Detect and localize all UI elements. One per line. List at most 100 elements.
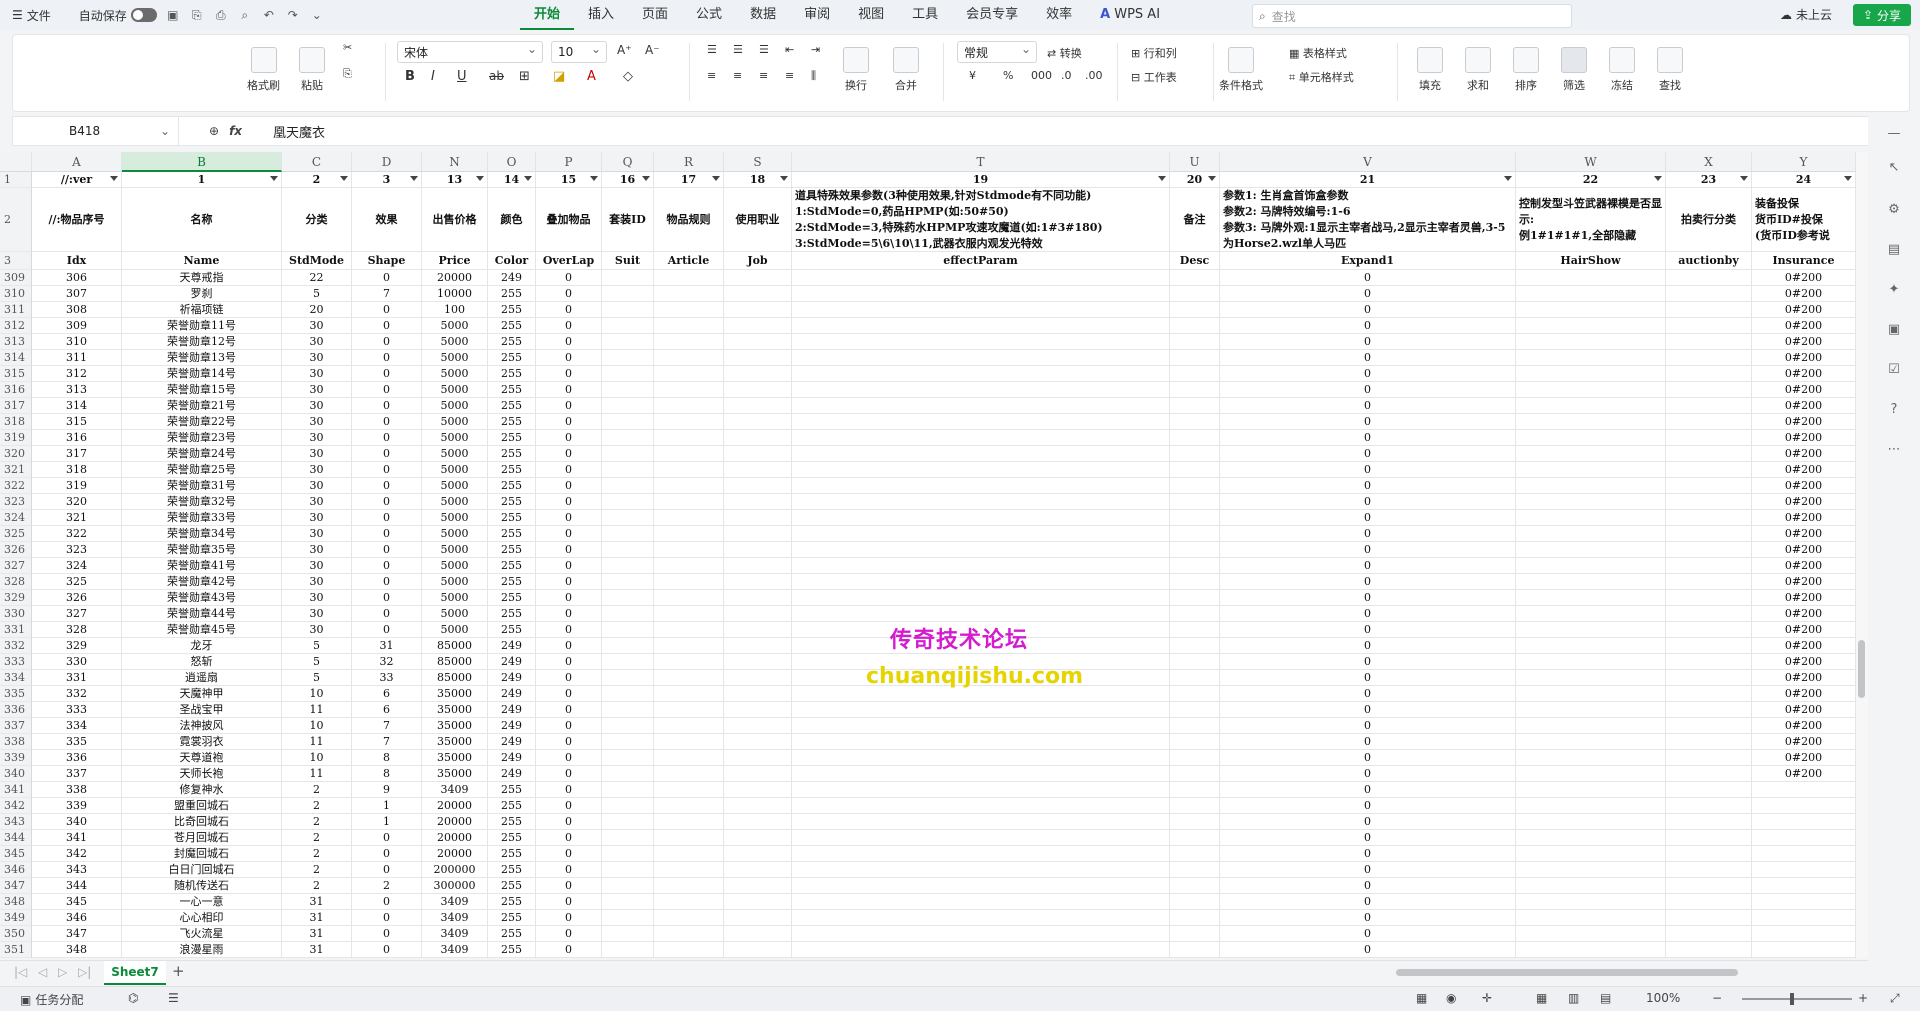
table-cell[interactable] xyxy=(1516,462,1666,478)
header-cell-field[interactable]: Desc xyxy=(1170,252,1220,270)
header-cell-description[interactable]: 道具特殊效果参数(3种使用效果,针对Stdmode有不同功能) 1:StdMod… xyxy=(792,188,1170,252)
spreadsheet-grid[interactable]: A B C D N O P Q R S T U V W X Y 1 2 3//:ver//:物品序号 Idx 1 名称 Na… xyxy=(0,152,1856,958)
header-cell-description[interactable]: 出售价格 xyxy=(422,188,488,252)
table-cell[interactable] xyxy=(602,926,654,942)
table-cell[interactable]: 0#200 xyxy=(1752,510,1856,526)
table-cell[interactable]: 1 xyxy=(352,798,422,814)
table-cell[interactable]: 0 xyxy=(1220,382,1516,398)
table-cell[interactable]: 30 xyxy=(282,590,352,606)
table-cell[interactable] xyxy=(1516,798,1666,814)
table-cell[interactable] xyxy=(724,398,792,414)
table-cell[interactable] xyxy=(1516,494,1666,510)
table-cell[interactable] xyxy=(792,846,1170,862)
table-cell[interactable]: 30 xyxy=(282,462,352,478)
table-cell[interactable] xyxy=(1170,366,1220,382)
table-cell[interactable] xyxy=(792,510,1170,526)
table-cell[interactable] xyxy=(602,782,654,798)
row-header[interactable]: 347 xyxy=(0,878,32,894)
table-cell[interactable]: 5000 xyxy=(422,430,488,446)
table-cell[interactable]: 5 xyxy=(282,286,352,302)
header-cell-field[interactable]: Expand1 xyxy=(1220,252,1516,270)
table-cell[interactable]: 荣誉勋章13号 xyxy=(122,350,282,366)
table-cell[interactable] xyxy=(654,766,724,782)
table-cell[interactable] xyxy=(654,462,724,478)
tab-page[interactable]: 页面 xyxy=(628,0,682,30)
align-right-icon[interactable]: ≡ xyxy=(759,69,768,82)
table-cell[interactable] xyxy=(724,430,792,446)
table-cell[interactable] xyxy=(1170,590,1220,606)
table-cell[interactable]: 5000 xyxy=(422,542,488,558)
table-cell[interactable]: 5000 xyxy=(422,398,488,414)
table-cell[interactable] xyxy=(1170,942,1220,958)
table-cell[interactable] xyxy=(654,526,724,542)
column-header-v[interactable]: V xyxy=(1220,152,1516,172)
export-icon[interactable]: ⎘ xyxy=(189,7,205,23)
table-cell[interactable]: 342 xyxy=(32,846,122,862)
paste-button[interactable]: 粘贴 xyxy=(299,35,325,93)
table-cell[interactable]: 0 xyxy=(536,830,602,846)
row-header[interactable]: 338 xyxy=(0,734,32,750)
table-cell[interactable] xyxy=(1666,542,1752,558)
table-cell[interactable]: 30 xyxy=(282,398,352,414)
table-cell[interactable]: 荣誉勋章31号 xyxy=(122,478,282,494)
table-cell[interactable]: 249 xyxy=(488,638,536,654)
table-cell[interactable] xyxy=(1516,782,1666,798)
table-cell[interactable]: 0#200 xyxy=(1752,686,1856,702)
print-icon[interactable]: ⎙ xyxy=(213,7,229,23)
table-cell[interactable]: 盟重回城石 xyxy=(122,798,282,814)
row-header[interactable]: 323 xyxy=(0,494,32,510)
table-cell[interactable] xyxy=(1516,734,1666,750)
row-header[interactable]: 342 xyxy=(0,798,32,814)
table-cell[interactable] xyxy=(724,686,792,702)
table-cell[interactable]: 8 xyxy=(352,766,422,782)
table-cell[interactable]: 荣誉勋章21号 xyxy=(122,398,282,414)
table-cell[interactable] xyxy=(1752,782,1856,798)
autosave-toggle[interactable]: 自动保存 xyxy=(79,7,157,24)
table-cell[interactable] xyxy=(792,574,1170,590)
row-header[interactable]: 334 xyxy=(0,670,32,686)
table-cell[interactable] xyxy=(792,286,1170,302)
table-cell[interactable]: 320 xyxy=(32,494,122,510)
table-cell[interactable] xyxy=(1170,638,1220,654)
table-cell[interactable]: 325 xyxy=(32,574,122,590)
row-header[interactable]: 350 xyxy=(0,926,32,942)
table-cell[interactable] xyxy=(654,846,724,862)
table-cell[interactable]: 332 xyxy=(32,686,122,702)
table-cell[interactable] xyxy=(654,606,724,622)
header-cell-index[interactable]: 1 xyxy=(122,172,282,188)
tab-review[interactable]: 审阅 xyxy=(790,0,844,30)
row-header[interactable]: 346 xyxy=(0,862,32,878)
task-assign-button[interactable]: ▣ 任务分配 xyxy=(20,991,83,1008)
row-header[interactable]: 328 xyxy=(0,574,32,590)
zoom-formula-icon[interactable]: ⊕ xyxy=(209,124,219,138)
table-cell[interactable] xyxy=(654,654,724,670)
column-header-u[interactable]: U xyxy=(1170,152,1220,172)
table-cell[interactable]: 0 xyxy=(536,318,602,334)
table-cell[interactable]: 31 xyxy=(282,942,352,958)
table-cell[interactable]: 0 xyxy=(1220,910,1516,926)
table-cell[interactable] xyxy=(1170,414,1220,430)
table-cell[interactable] xyxy=(1752,878,1856,894)
table-cell[interactable] xyxy=(792,318,1170,334)
table-cell[interactable] xyxy=(1666,382,1752,398)
table-cell[interactable]: 0 xyxy=(352,494,422,510)
table-cell[interactable]: 0#200 xyxy=(1752,670,1856,686)
font-name-select[interactable]: 宋体 xyxy=(397,41,543,63)
column-header-q[interactable]: Q xyxy=(602,152,654,172)
table-cell[interactable] xyxy=(1516,478,1666,494)
header-cell-field[interactable]: Color xyxy=(488,252,536,270)
table-cell[interactable] xyxy=(602,830,654,846)
table-cell[interactable] xyxy=(1516,766,1666,782)
table-cell[interactable]: 317 xyxy=(32,446,122,462)
table-cell[interactable]: 316 xyxy=(32,430,122,446)
search-input[interactable]: ⌕ 查找 xyxy=(1252,4,1572,28)
font-shrink-icon[interactable]: A⁻ xyxy=(645,43,660,57)
table-cell[interactable]: 255 xyxy=(488,558,536,574)
table-cell[interactable] xyxy=(1666,846,1752,862)
table-cell[interactable]: 0 xyxy=(352,910,422,926)
table-cell[interactable]: 321 xyxy=(32,510,122,526)
row-header[interactable]: 339 xyxy=(0,750,32,766)
merge-button[interactable]: 合并 xyxy=(893,35,919,93)
table-cell[interactable] xyxy=(1666,478,1752,494)
filter-dropdown-icon[interactable] xyxy=(270,176,278,181)
